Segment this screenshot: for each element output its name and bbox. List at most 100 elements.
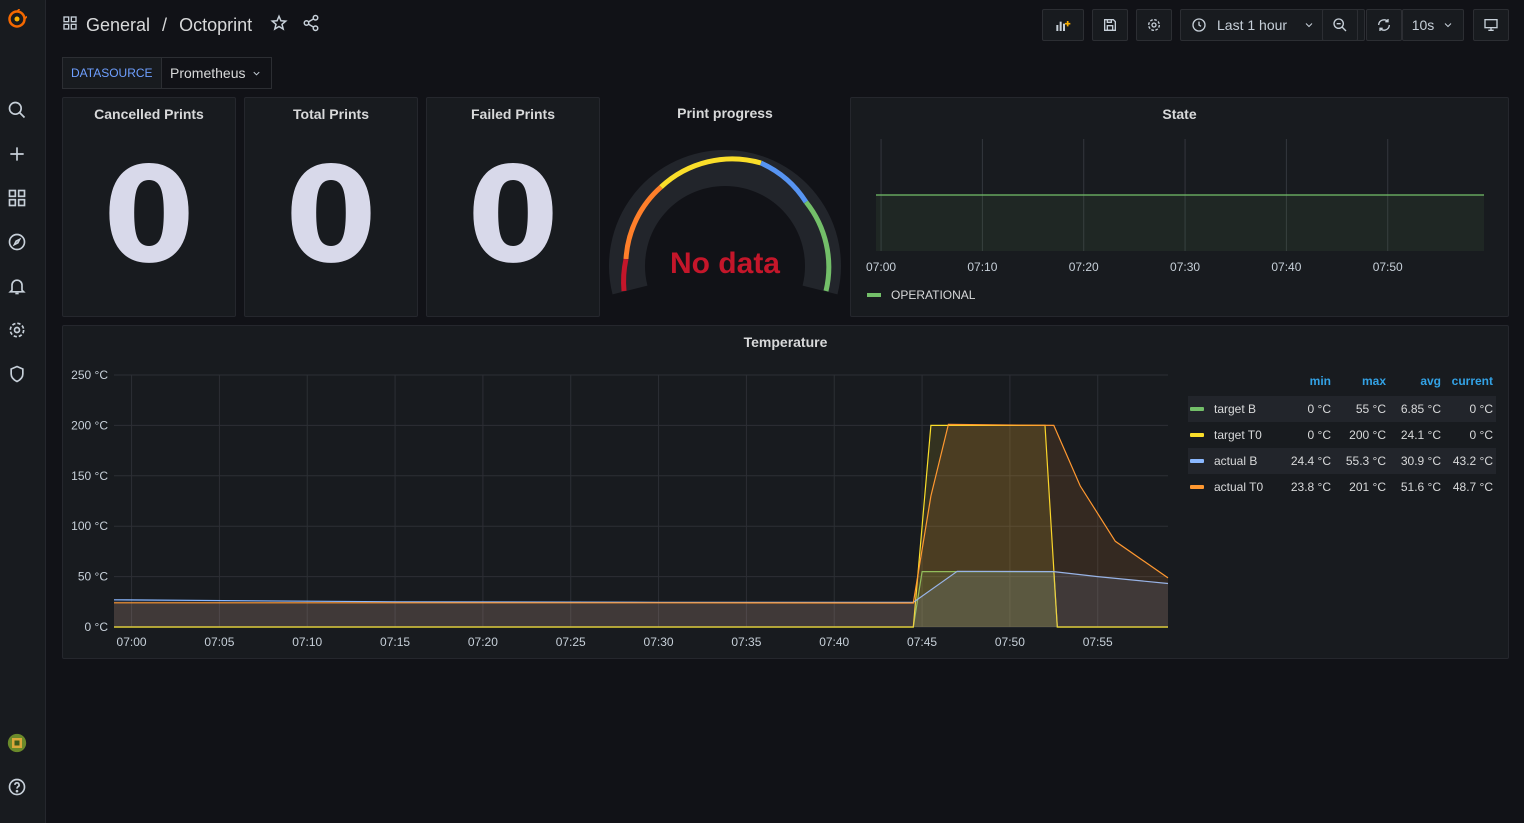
legend-min: 0 °C <box>1307 428 1331 442</box>
legend-series-name: target B <box>1214 402 1257 416</box>
x-tick-label: 07:30 <box>1170 260 1200 274</box>
monitor-icon <box>1484 18 1498 31</box>
search-icon[interactable] <box>6 99 28 121</box>
legend-current: 43.2 °C <box>1452 454 1493 468</box>
star-icon[interactable] <box>270 14 288 37</box>
dashboards-icon[interactable] <box>6 187 28 209</box>
state-chart: 07:00 07:10 07:20 07:30 07:40 07:50 <box>866 139 1484 274</box>
legend-row[interactable]: target T0 0 °C 200 °C 24.1 °C 0 °C <box>1188 422 1496 448</box>
legend-swatch <box>867 293 881 297</box>
no-data-text: No data <box>669 247 780 280</box>
legend-swatch <box>1190 459 1204 463</box>
legend-header-min[interactable]: min <box>1276 374 1331 388</box>
legend-label: OPERATIONAL <box>891 288 976 302</box>
panel-title: Total Prints <box>293 106 369 122</box>
legend-max: 201 °C <box>1349 480 1386 494</box>
add-panel-icon <box>1056 21 1071 31</box>
state-legend[interactable]: OPERATIONAL <box>867 288 975 302</box>
legend-min: 0 °C <box>1307 402 1331 416</box>
breadcrumb-folder[interactable]: General <box>86 15 150 36</box>
x-tick-label: 07:30 <box>644 635 674 649</box>
x-tick-label: 07:20 <box>468 635 498 649</box>
panel-state[interactable]: State 07:00 07:10 07:20 07:30 07:40 07:50 OPE… <box>850 97 1509 317</box>
legend-avg: 30.9 °C <box>1400 454 1441 468</box>
y-tick-label: 250 °C <box>71 368 108 382</box>
legend-swatch <box>1190 433 1204 437</box>
legend-current: 0 °C <box>1469 402 1493 416</box>
x-tick-label: 07:00 <box>866 260 896 274</box>
legend-min: 24.4 °C <box>1290 454 1331 468</box>
legend-header: min max avg current <box>1188 372 1496 390</box>
breadcrumb-dashboard[interactable]: Octoprint <box>179 15 252 36</box>
zoom-out-icon <box>1333 18 1347 32</box>
x-tick-label: 07:40 <box>1271 260 1301 274</box>
grafana-logo-icon[interactable] <box>6 8 28 30</box>
refresh-button[interactable] <box>1366 9 1402 41</box>
datasource-value: Prometheus <box>170 65 246 81</box>
time-range-label: Last 1 hour <box>1217 17 1288 33</box>
legend-current: 48.7 °C <box>1452 480 1493 494</box>
add-panel-button[interactable] <box>1042 9 1084 41</box>
panel-title: Cancelled Prints <box>94 106 204 122</box>
chevron-down-icon <box>253 71 261 76</box>
legend-max: 55 °C <box>1355 402 1386 416</box>
share-icon[interactable] <box>302 14 320 37</box>
sidebar <box>0 0 46 823</box>
panel-cancelled-prints[interactable]: Cancelled Prints 0 <box>62 97 236 317</box>
stat-value: 0 <box>103 139 195 293</box>
refresh-icon <box>1378 19 1390 31</box>
legend-row[interactable]: target B 0 °C 55 °C 6.85 °C 0 °C <box>1188 396 1496 422</box>
x-tick-label: 07:00 <box>117 635 147 649</box>
y-tick-label: 100 °C <box>71 519 108 533</box>
panel-total-prints[interactable]: Total Prints 0 <box>244 97 418 317</box>
chevron-down-icon <box>1305 23 1313 28</box>
dashboard-header: General / Octoprint Last 1 hour 10s <box>46 0 1524 50</box>
x-tick-label: 07:10 <box>967 260 997 274</box>
zoom-out-button[interactable] <box>1322 9 1358 41</box>
x-tick-label: 07:15 <box>380 635 410 649</box>
gear-icon[interactable] <box>6 319 28 341</box>
gauge-arc <box>609 149 841 295</box>
legend-series-name: actual T0 <box>1214 480 1264 494</box>
legend-series-name: target T0 <box>1214 428 1262 442</box>
gear-icon <box>1148 19 1160 31</box>
stat-value: 0 <box>467 139 559 293</box>
dashboard-settings-button[interactable] <box>1136 9 1172 41</box>
y-tick-label: 0 °C <box>85 620 109 634</box>
legend-max: 55.3 °C <box>1345 454 1386 468</box>
x-tick-label: 07:50 <box>1373 260 1403 274</box>
legend-min: 23.8 °C <box>1290 480 1331 494</box>
legend-header-avg[interactable]: avg <box>1386 374 1441 388</box>
panel-failed-prints[interactable]: Failed Prints 0 <box>426 97 600 317</box>
x-tick-label: 07:20 <box>1069 260 1099 274</box>
datasource-select[interactable]: Prometheus <box>161 57 272 89</box>
legend-row[interactable]: actual T0 23.8 °C 201 °C 51.6 °C 48.7 °C <box>1188 474 1496 500</box>
refresh-interval-picker[interactable]: 10s <box>1402 9 1464 41</box>
legend-header-max[interactable]: max <box>1331 374 1386 388</box>
y-tick-label: 200 °C <box>71 418 108 432</box>
help-icon[interactable] <box>6 776 28 798</box>
avatar[interactable] <box>6 732 28 754</box>
shield-icon[interactable] <box>6 363 28 385</box>
x-tick-label: 07:25 <box>556 635 586 649</box>
chevron-down-icon <box>1444 23 1452 28</box>
stat-value: 0 <box>285 139 377 293</box>
breadcrumb: General / Octoprint <box>62 14 320 37</box>
tv-mode-button[interactable] <box>1473 9 1509 41</box>
plus-icon[interactable] <box>6 143 28 165</box>
panel-print-progress[interactable]: Print progress No data <box>606 97 844 317</box>
y-tick-label: 50 °C <box>78 570 108 584</box>
temperature-legend: min max avg current target B 0 °C 55 °C … <box>1188 372 1496 500</box>
x-tick-label: 07:40 <box>819 635 849 649</box>
save-dashboard-button[interactable] <box>1092 9 1128 41</box>
legend-series-name: actual B <box>1214 454 1258 468</box>
legend-swatch <box>1190 407 1204 411</box>
legend-current: 0 °C <box>1469 428 1493 442</box>
legend-header-current[interactable]: current <box>1441 374 1495 388</box>
compass-icon[interactable] <box>6 231 28 253</box>
legend-row[interactable]: actual B 24.4 °C 55.3 °C 30.9 °C 43.2 °C <box>1188 448 1496 474</box>
x-tick-label: 07:55 <box>1083 635 1113 649</box>
refresh-interval-label: 10s <box>1411 17 1435 33</box>
x-tick-label: 07:35 <box>731 635 761 649</box>
bell-icon[interactable] <box>6 275 28 297</box>
